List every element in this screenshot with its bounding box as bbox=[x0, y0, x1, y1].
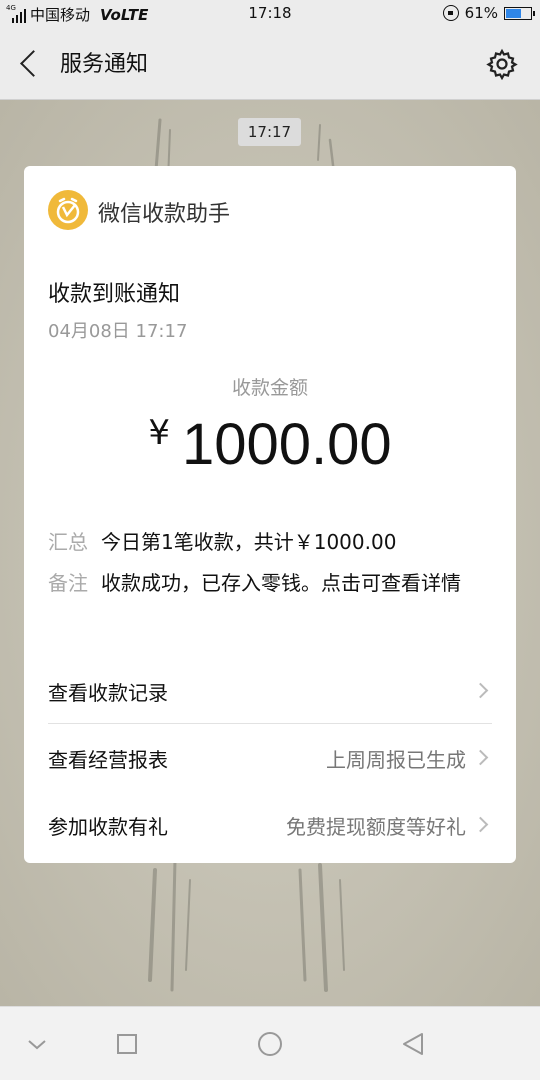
battery-fill bbox=[506, 8, 521, 18]
amount-display: ¥1000.00 bbox=[24, 411, 516, 478]
back-arrow-icon[interactable] bbox=[14, 48, 46, 80]
circle-icon[interactable] bbox=[255, 1029, 285, 1059]
remark-row: 备注 收款成功，已存入零钱。点击可查看详情 bbox=[48, 569, 491, 597]
wechat-pay-clock-icon bbox=[48, 190, 88, 230]
payment-notification-card[interactable]: 微信收款助手 收款到账通知 04月08日 17:17 收款金额 ¥1000.00… bbox=[24, 166, 516, 863]
notice-date: 04月08日 17:17 bbox=[48, 321, 188, 342]
action-hint: 上周周报已生成 bbox=[326, 748, 466, 772]
summary-row: 汇总 今日第1笔收款，共计￥1000.00 bbox=[48, 528, 491, 556]
status-bar: 4G 中国移动 VoLTE 17:18 61% bbox=[0, 0, 540, 28]
triangle-back-icon[interactable] bbox=[398, 1029, 428, 1059]
system-nav-bar bbox=[0, 1006, 540, 1080]
rotation-lock-icon bbox=[442, 5, 459, 21]
view-payment-records[interactable]: 查看收款记录 bbox=[48, 671, 492, 711]
amount-label: 收款金额 bbox=[231, 377, 308, 399]
status-right: 61% bbox=[442, 4, 535, 22]
chevron-right-icon bbox=[472, 816, 489, 833]
app-name: 微信收款助手 bbox=[98, 202, 231, 227]
chevron-down-icon[interactable] bbox=[22, 1029, 52, 1059]
remark-key: 备注 bbox=[48, 571, 88, 595]
remark-value: 收款成功，已存入零钱。点击可查看详情 bbox=[101, 571, 461, 595]
chevron-right-icon bbox=[472, 682, 489, 699]
square-icon[interactable] bbox=[112, 1029, 142, 1059]
action-label: 查看经营报表 bbox=[48, 748, 168, 772]
join-payment-rewards[interactable]: 参加收款有礼 免费提现额度等好礼 bbox=[48, 805, 492, 845]
title-bar: 服务通知 bbox=[0, 28, 540, 100]
view-business-report[interactable]: 查看经营报表 上周周报已生成 bbox=[48, 738, 492, 778]
notice-title: 收款到账通知 bbox=[48, 282, 181, 307]
amount-value: 1000.00 bbox=[181, 412, 392, 477]
action-hint: 免费提现额度等好礼 bbox=[286, 815, 466, 839]
battery-icon bbox=[504, 6, 535, 20]
action-label: 参加收款有礼 bbox=[48, 815, 168, 839]
currency-symbol: ¥ bbox=[148, 413, 170, 453]
divider bbox=[48, 723, 492, 724]
action-label: 查看收款记录 bbox=[48, 681, 168, 705]
chat-area[interactable]: 17:17 微信收款助手 收款到账通知 04月08日 17:17 收款金额 ¥1… bbox=[0, 100, 540, 1006]
page-title: 服务通知 bbox=[60, 52, 149, 77]
chevron-right-icon bbox=[472, 749, 489, 766]
summary-value: 今日第1笔收款，共计￥1000.00 bbox=[101, 530, 397, 554]
gear-icon[interactable] bbox=[486, 48, 518, 80]
message-timestamp: 17:17 bbox=[238, 118, 301, 146]
battery-percent: 61% bbox=[464, 4, 498, 22]
summary-key: 汇总 bbox=[48, 530, 88, 554]
